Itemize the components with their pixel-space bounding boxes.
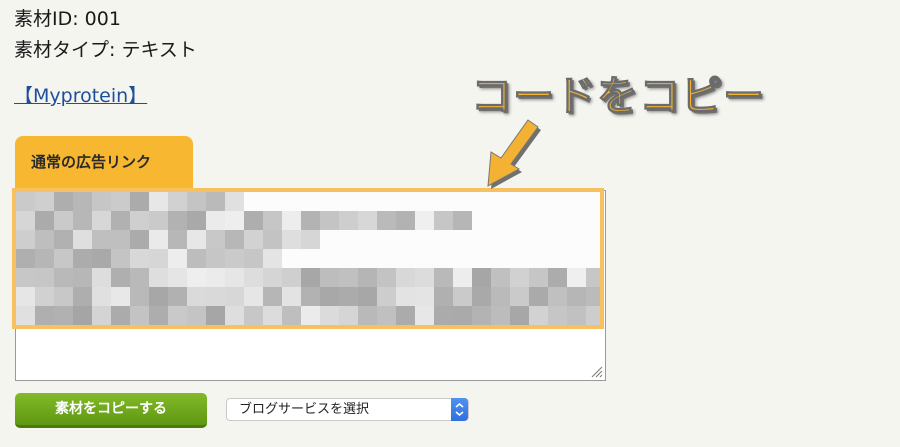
myprotein-link[interactable]: 【Myprotein】	[14, 84, 147, 108]
material-type: 素材タイプ: テキスト	[14, 39, 197, 61]
blog-service-select[interactable]: ブログサービスを選択	[226, 398, 469, 421]
blurred-ad-code	[16, 192, 600, 325]
blog-service-selected: ブログサービスを選択	[239, 402, 370, 417]
resize-grip-icon[interactable]	[589, 364, 603, 378]
material-id: 素材ID: 001	[14, 8, 121, 30]
copy-material-button[interactable]: 素材をコピーする	[15, 393, 207, 428]
down-arrow-icon	[487, 119, 541, 189]
select-arrows-icon	[451, 398, 468, 421]
tab-standard-ad-link[interactable]: 通常の広告リンク	[15, 136, 193, 190]
